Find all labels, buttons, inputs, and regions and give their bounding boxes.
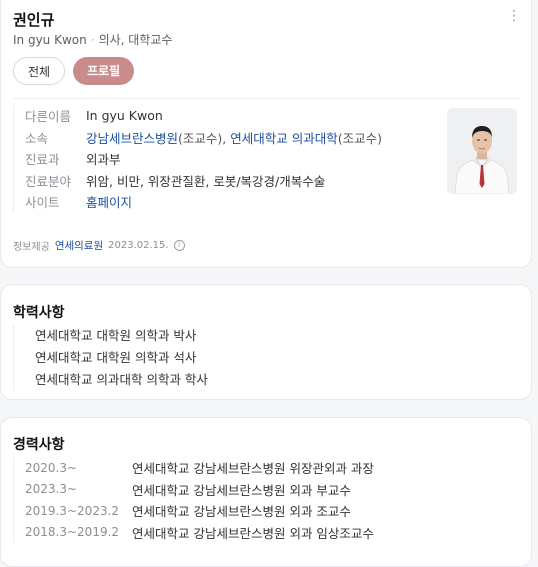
education-item: 연세대학교 의과대학 의학과 학사: [35, 372, 208, 387]
info-label: 다른이름: [25, 109, 72, 125]
update-date: 2023.02.15.: [108, 240, 169, 251]
career-date: 2023.3~: [25, 482, 78, 497]
profile-photo[interactable]: [447, 108, 517, 194]
career-desc: 연세대학교 강남세브란스병원 외과 부교수: [132, 482, 351, 498]
info-row-specialty: 진료분야 위암, 비만, 위장관질환, 로봇/복강경/개복수술: [25, 170, 445, 192]
profile-subline: In gyu Kwon · 의사, 대학교수: [13, 31, 172, 48]
info-row-department: 진료과 외과부: [25, 148, 445, 170]
info-label: 진료과: [25, 152, 60, 168]
profile-name: 권인규: [13, 11, 55, 29]
education-list: 연세대학교 대학원 의학과 박사 연세대학교 대학원 의학과 석사 연세대학교 …: [13, 325, 208, 391]
career-item: 2018.3~2019.2 연세대학교 강남세브란스병원 외과 임상조교수: [14, 522, 374, 544]
tab-all[interactable]: 전체: [13, 57, 66, 85]
footer-label: 정보제공: [13, 242, 50, 253]
info-row-affiliation: 소속 강남세브란스병원(조교수), 연세대학교 의과대학(조교수): [25, 127, 445, 149]
info-label: 사이트: [25, 195, 60, 211]
affiliation-link-college[interactable]: 연세대학교 의과대학: [230, 131, 337, 146]
doctor-portrait-image: [447, 108, 517, 194]
source-link[interactable]: 연세의료원: [55, 238, 103, 253]
profile-card: 권인규 ⋮ In gyu Kwon · 의사, 대학교수 전체 프로필 다른이름 I…: [0, 0, 532, 268]
affiliation-role: (조교수),: [178, 130, 231, 146]
affiliation-link-hospital[interactable]: 강남세브란스병원: [86, 131, 178, 146]
info-value: 강남세브란스병원(조교수), 연세대학교 의과대학(조교수): [86, 128, 382, 147]
section-title-education: 학력사항: [13, 305, 65, 321]
profile-position: 의사, 대학교수: [98, 33, 173, 47]
more-options-icon[interactable]: ⋮: [507, 9, 521, 23]
career-item: 2023.3~ 연세대학교 강남세브란스병원 외과 부교수: [14, 479, 374, 501]
tab-profile[interactable]: 프로필: [73, 57, 135, 85]
career-date: 2018.3~2019.2: [25, 525, 120, 540]
education-item: 연세대학교 대학원 의학과 박사: [35, 328, 197, 343]
affiliation-role: (조교수): [337, 130, 382, 146]
section-title-career: 경력사항: [13, 437, 65, 453]
career-date: 2019.3~2023.2: [25, 503, 120, 518]
career-list: 2020.3~ 연세대학교 강남세브란스병원 위장관외과 과장 2023.3~ …: [13, 457, 374, 543]
separator-dot: ·: [90, 33, 95, 47]
profile-info: 다른이름 In gyu Kwon 소속 강남세브란스병원(조교수), 연세대학교…: [13, 105, 445, 213]
info-source-footer: 정보제공 연세의료원 2023.02.15. i: [13, 238, 185, 253]
career-desc: 연세대학교 강남세브란스병원 위장관외과 과장: [132, 461, 374, 477]
info-row-site: 사이트 홈페이지: [25, 191, 445, 213]
profile-tabs: 전체 프로필: [13, 57, 135, 85]
info-icon[interactable]: i: [173, 240, 185, 251]
career-item: 2019.3~2023.2 연세대학교 강남세브란스병원 외과 조교수: [14, 500, 374, 522]
education-card: 학력사항 연세대학교 대학원 의학과 박사 연세대학교 대학원 의학과 석사 연…: [0, 284, 532, 400]
info-row-other-name: 다른이름 In gyu Kwon: [25, 105, 445, 127]
career-desc: 연세대학교 강남세브란스병원 외과 조교수: [132, 504, 351, 520]
info-value: 외과부: [86, 152, 121, 168]
divider: [13, 98, 519, 99]
career-date: 2020.3~: [25, 460, 78, 475]
career-desc: 연세대학교 강남세브란스병원 외과 임상조교수: [132, 525, 374, 541]
education-item: 연세대학교 대학원 의학과 석사: [35, 350, 197, 365]
info-label: 진료분야: [25, 173, 72, 189]
info-value: 위암, 비만, 위장관질환, 로봇/복강경/개복수술: [86, 173, 326, 189]
career-item: 2020.3~ 연세대학교 강남세브란스병원 위장관외과 과장: [14, 457, 374, 479]
info-label: 소속: [25, 130, 49, 146]
english-name: In gyu Kwon: [13, 33, 87, 47]
homepage-link[interactable]: 홈페이지: [86, 192, 132, 211]
info-value: In gyu Kwon: [86, 108, 163, 124]
